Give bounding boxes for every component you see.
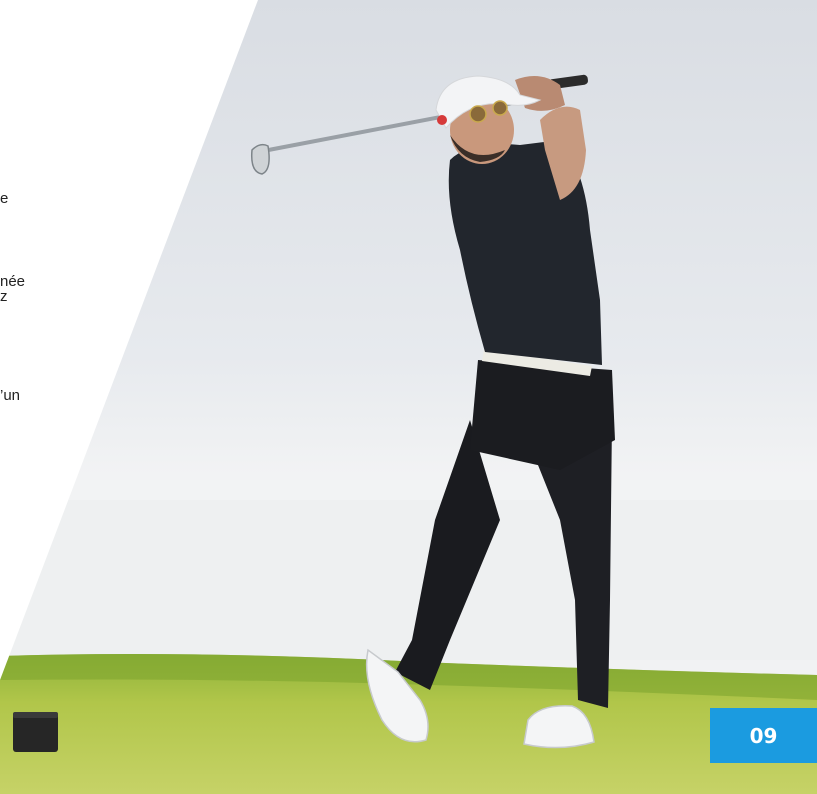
text-fragment: ’un [0, 387, 21, 404]
text-fragment: z [0, 288, 8, 305]
golfer-photo [0, 0, 817, 794]
text-fragment: e [0, 190, 9, 207]
page-number-badge: 09 [710, 708, 817, 763]
